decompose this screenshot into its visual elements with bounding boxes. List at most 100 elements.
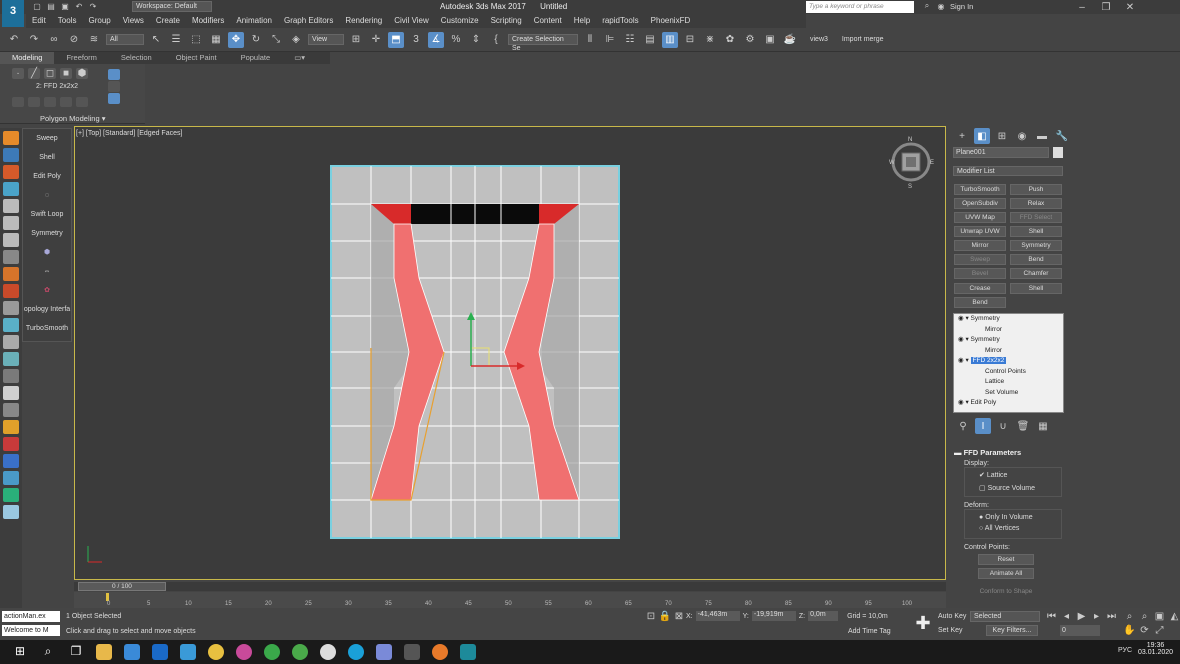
auto-key-button[interactable]: Auto Key bbox=[938, 611, 968, 622]
element-mode-icon[interactable]: ⬢ bbox=[76, 68, 88, 79]
polygon-mode-icon[interactable]: ■ bbox=[60, 68, 72, 79]
source-volume-checkbox[interactable]: ▢ Source Volume bbox=[979, 484, 1061, 492]
field-of-view-icon[interactable]: ◭ bbox=[1169, 611, 1180, 622]
lattice-checkbox[interactable]: ✔ Lattice bbox=[979, 471, 1061, 479]
schematic-view-icon[interactable]: ⋇ bbox=[702, 32, 718, 48]
snaps-toggle-icon[interactable]: 3 bbox=[408, 32, 424, 48]
turbosmooth-button[interactable]: TurboSmooth bbox=[23, 319, 71, 338]
tree-icon[interactable] bbox=[3, 352, 19, 366]
window-crossing-icon[interactable]: ▦ bbox=[208, 32, 224, 48]
symmetry-button[interactable]: Symmetry bbox=[23, 224, 71, 243]
lock-selection-icon[interactable]: 🔒 bbox=[659, 611, 671, 622]
ribbon-tool-a-icon[interactable] bbox=[12, 97, 24, 107]
object-color-swatch[interactable] bbox=[1053, 147, 1063, 158]
push-mod-button[interactable]: Push bbox=[1010, 184, 1062, 195]
configure-sets-icon[interactable]: ▦ bbox=[1035, 418, 1051, 434]
hammer-icon[interactable] bbox=[3, 420, 19, 434]
absolute-mode-icon[interactable]: ⊠ bbox=[674, 611, 684, 622]
app-w-icon[interactable] bbox=[320, 644, 336, 660]
stack-item[interactable]: Set Volume bbox=[954, 388, 1063, 399]
display-tab-icon[interactable]: ▬ bbox=[1034, 128, 1050, 144]
align-icon[interactable]: ⊫ bbox=[602, 32, 618, 48]
fire-icon[interactable] bbox=[3, 267, 19, 281]
minimize-icon[interactable]: – bbox=[1072, 0, 1092, 15]
menu-help[interactable]: Help bbox=[568, 14, 596, 28]
menu-graph-editors[interactable]: Graph Editors bbox=[278, 14, 339, 28]
layer-explorer-icon[interactable]: ☷ bbox=[622, 32, 638, 48]
blender-icon[interactable] bbox=[432, 644, 448, 660]
current-frame-field[interactable]: 0 bbox=[1060, 625, 1100, 636]
uvw-map-mod-button[interactable]: UVW Map bbox=[954, 212, 1006, 223]
save-disk-icon[interactable] bbox=[376, 644, 392, 660]
tab-populate[interactable]: Populate bbox=[229, 52, 283, 64]
stack-item[interactable]: Control Points bbox=[954, 367, 1063, 378]
ribbon-tool-b-icon[interactable] bbox=[28, 97, 40, 107]
edit-named-selection-icon[interactable]: { bbox=[488, 32, 504, 48]
search-icon[interactable]: ⌕ bbox=[922, 1, 932, 11]
search-input[interactable]: Type a keyword or phrase bbox=[806, 1, 914, 13]
remove-modifier-icon[interactable]: 🗑 bbox=[1015, 418, 1031, 434]
menu-edit[interactable]: Edit bbox=[26, 14, 52, 28]
opensubdiv-mod-button[interactable]: OpenSubdiv bbox=[954, 198, 1006, 209]
percent-snap-icon[interactable]: % bbox=[448, 32, 464, 48]
border-mode-icon[interactable]: ◻ bbox=[44, 68, 56, 79]
animate-all-button[interactable]: Animate All bbox=[978, 568, 1034, 579]
object-name-field[interactable]: Plane001 bbox=[953, 147, 1049, 158]
z-coordinate-field[interactable]: 0,0m bbox=[808, 611, 839, 621]
ffd-select-mod-button[interactable]: FFD Select bbox=[1010, 212, 1062, 223]
clock[interactable]: 19:36 03.01.2020 bbox=[1138, 642, 1173, 656]
particles-icon[interactable] bbox=[3, 182, 19, 196]
named-selection-dropdown[interactable]: Create Selection Se bbox=[508, 34, 578, 52]
maxscript-output[interactable]: Welcome to M bbox=[2, 625, 60, 636]
bind-space-warp-icon[interactable]: ≋ bbox=[86, 32, 102, 48]
ffd-parameters-header[interactable]: ▬ FFD Parameters bbox=[954, 448, 1062, 457]
show-end-result-icon[interactable]: I bbox=[975, 418, 991, 434]
selected-set-dropdown[interactable]: Selected bbox=[970, 611, 1040, 622]
modify-tab-icon[interactable]: ◧ bbox=[974, 128, 990, 144]
zoom-all-icon[interactable]: ⌕ bbox=[1139, 611, 1150, 622]
menu-modifiers[interactable]: Modifiers bbox=[186, 14, 230, 28]
cursor-icon[interactable] bbox=[3, 386, 19, 400]
time-tag-plus-icon[interactable]: ✚ bbox=[912, 612, 934, 634]
open-icon[interactable]: ▤ bbox=[46, 1, 56, 11]
search-icon[interactable]: ⌕ bbox=[40, 644, 56, 660]
menu-customize[interactable]: Customize bbox=[435, 14, 485, 28]
time-slider-track[interactable] bbox=[74, 582, 946, 591]
menu-views[interactable]: Views bbox=[117, 14, 150, 28]
only-in-volume-radio[interactable]: ● Only In Volume bbox=[979, 514, 1061, 521]
spline-icon[interactable] bbox=[3, 301, 19, 315]
fluid-icon[interactable] bbox=[3, 284, 19, 298]
make-unique-icon[interactable]: ∪ bbox=[995, 418, 1011, 434]
view3-button[interactable]: view3 bbox=[810, 36, 828, 43]
shell-mod-button-2[interactable]: Shell bbox=[1010, 283, 1062, 294]
go-to-end-icon[interactable]: ⏭ bbox=[1106, 611, 1117, 622]
tab-object-paint[interactable]: Object Paint bbox=[164, 52, 229, 64]
ribbon-toggle-icon[interactable]: ▥ bbox=[662, 31, 678, 48]
link-icon[interactable]: ∞ bbox=[46, 32, 62, 48]
next-frame-icon[interactable]: ▸ bbox=[1091, 611, 1102, 622]
time-slider[interactable]: 0 / 100 bbox=[78, 582, 166, 591]
sweep-mod-button[interactable]: Sweep bbox=[954, 254, 1006, 265]
eye-icon[interactable]: ◉ ▾ bbox=[958, 336, 971, 343]
ribbon-side-c-icon[interactable] bbox=[108, 93, 120, 104]
vertex-mode-icon[interactable]: · bbox=[12, 68, 24, 79]
material-editor-icon[interactable]: ✿ bbox=[722, 32, 738, 48]
menu-phoenixfd[interactable]: PhoenixFD bbox=[645, 14, 697, 28]
text-icon[interactable] bbox=[3, 403, 19, 417]
windows-start-icon[interactable]: ⊞ bbox=[12, 644, 28, 660]
cortana-icon[interactable] bbox=[180, 644, 196, 660]
x-coordinate-field[interactable]: -41,463m bbox=[695, 611, 740, 621]
modifier-stack[interactable]: ◉ ▾ Symmetry Mirror ◉ ▾ Symmetry Mirror … bbox=[953, 313, 1064, 413]
orbit-icon[interactable]: ⟳ bbox=[1139, 625, 1150, 636]
shell-button[interactable]: Shell bbox=[23, 148, 71, 167]
previous-frame-icon[interactable]: ◂ bbox=[1061, 611, 1072, 622]
pin-stack-icon[interactable]: ⚲ bbox=[955, 418, 971, 434]
pause-icon[interactable] bbox=[3, 216, 19, 230]
crease-mod-button[interactable]: Crease bbox=[954, 283, 1006, 294]
turbosmooth-mod-button[interactable]: TurboSmooth bbox=[954, 184, 1006, 195]
place-icon[interactable]: ◈ bbox=[288, 32, 304, 48]
rendered-frame-icon[interactable]: ▣ bbox=[762, 32, 778, 48]
all-vertices-radio[interactable]: ○ All Vertices bbox=[979, 525, 1061, 532]
workspace-dropdown[interactable]: Workspace: Default bbox=[132, 1, 212, 12]
select-and-rotate-icon[interactable]: ↻ bbox=[248, 32, 264, 48]
